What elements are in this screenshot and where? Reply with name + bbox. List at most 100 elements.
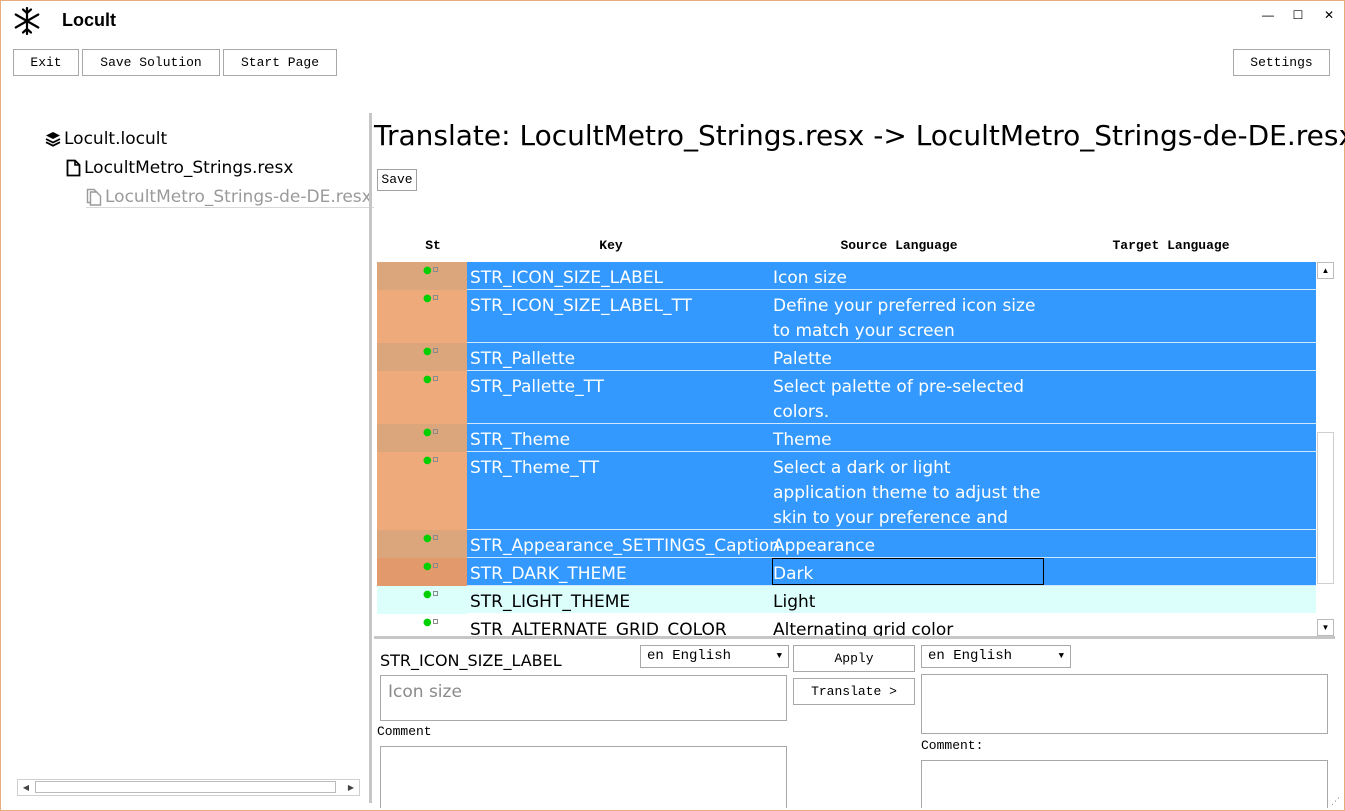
start-page-button[interactable]: Start Page [223, 49, 337, 76]
source-cell[interactable]: Icon size [773, 266, 1048, 291]
key-cell[interactable]: STR_DARK_THEME [470, 562, 627, 587]
key-cell[interactable]: STR_ALTERNATE_GRID_COLOR [470, 618, 727, 636]
source-cell[interactable]: Alternating grid color [773, 618, 1048, 636]
status-box-icon [432, 348, 438, 353]
column-header-key[interactable]: Key [561, 238, 661, 253]
page-title: Translate: LocultMetro_Strings.resx -> L… [374, 119, 1345, 152]
status-dot-icon: ● [423, 589, 432, 600]
snowflake-icon [14, 6, 40, 36]
key-cell[interactable]: STR_Appearance_SETTINGS_Caption [470, 534, 780, 559]
table-row[interactable]: ● STR_ALTERNATE_GRID_COLOR Alternating g… [377, 614, 1316, 637]
key-cell[interactable]: STR_Theme_TT [470, 456, 599, 481]
scrollbar-thumb[interactable] [1317, 432, 1334, 584]
status-dot-icon: ● [423, 455, 432, 466]
status-box-icon [432, 535, 438, 540]
grid-vertical-scrollbar[interactable]: ▲ ▼ [1317, 262, 1334, 636]
tree-item-label: LocultMetro_Strings.resx [84, 158, 294, 178]
status-cell: ● [377, 558, 467, 586]
key-cell[interactable]: STR_LIGHT_THEME [470, 590, 630, 615]
target-language-value: en English [928, 648, 1013, 664]
target-comment-label: Comment: [921, 738, 984, 753]
status-cell: ● [377, 452, 467, 530]
status-box-icon [432, 267, 438, 272]
status-box-icon [432, 295, 438, 300]
status-dot-icon: ● [423, 293, 432, 304]
scroll-up-icon[interactable]: ▲ [1317, 262, 1334, 279]
table-row[interactable]: ● STR_ICON_SIZE_LABEL_TT Define your pre… [377, 290, 1316, 366]
source-language-value: en English [647, 648, 732, 664]
status-cell: ● [377, 614, 467, 636]
status-box-icon [432, 591, 438, 596]
vertical-splitter[interactable] [369, 113, 372, 803]
status-box-icon [432, 563, 438, 568]
status-dot-icon: ● [423, 617, 432, 628]
status-box-icon [432, 457, 438, 462]
save-button[interactable]: Save [377, 169, 417, 191]
status-cell: ● [377, 424, 467, 452]
tree-item-label: Locult.locult [64, 129, 168, 149]
chevron-down-icon: ▼ [776, 651, 782, 661]
target-text-field[interactable] [921, 674, 1328, 734]
table-row[interactable]: ● STR_Appearance_SETTINGS_Caption Appear… [377, 530, 1316, 558]
table-row[interactable]: ● STR_Theme_TT Select a dark or light ap… [377, 452, 1316, 553]
table-row[interactable]: ● STR_Theme Theme [377, 424, 1316, 452]
translate-button[interactable]: Translate > [793, 678, 915, 705]
minimize-button[interactable]: — [1258, 7, 1278, 23]
status-cell: ● [377, 530, 467, 558]
tree-item-solution[interactable]: Locult.locult [45, 129, 167, 149]
source-cell[interactable]: Palette [773, 347, 1048, 372]
status-dot-icon: ● [423, 533, 432, 544]
resize-grip-icon[interactable]: ⋰ [1331, 796, 1340, 807]
scrollbar-thumb[interactable] [35, 781, 336, 793]
apply-button[interactable]: Apply [793, 645, 915, 672]
table-row[interactable]: ● STR_LIGHT_THEME Light [377, 586, 1316, 614]
settings-button[interactable]: Settings [1233, 49, 1330, 76]
source-cell[interactable]: Select palette of pre-selected colors. [773, 375, 1048, 425]
source-comment-field[interactable] [380, 746, 787, 808]
key-cell[interactable]: STR_Theme [470, 428, 570, 453]
status-cell: ● [377, 371, 467, 424]
source-cell[interactable]: Appearance [773, 534, 1048, 559]
selected-key-label: STR_ICON_SIZE_LABEL [380, 651, 562, 670]
status-box-icon [432, 619, 438, 624]
source-cell[interactable]: Theme [773, 428, 1048, 453]
target-language-select[interactable]: en English ▼ [921, 645, 1071, 668]
source-comment-label: Comment [377, 724, 432, 739]
column-header-status[interactable]: St [417, 238, 449, 253]
column-header-source-language[interactable]: Source Language [819, 238, 979, 253]
key-cell[interactable]: STR_Pallette [470, 347, 575, 372]
save-solution-button[interactable]: Save Solution [82, 49, 220, 76]
status-cell: ● [377, 343, 467, 371]
tree-item-source-file[interactable]: LocultMetro_Strings.resx [66, 158, 293, 178]
tree-horizontal-scrollbar[interactable]: ◀ ▶ [17, 779, 360, 796]
scroll-right-icon[interactable]: ▶ [343, 780, 359, 795]
scroll-down-icon[interactable]: ▼ [1317, 619, 1334, 636]
scroll-left-icon[interactable]: ◀ [18, 780, 34, 795]
column-header-target-language[interactable]: Target Language [1091, 238, 1251, 253]
solution-stack-icon [45, 132, 61, 147]
tree-item-label: LocultMetro_Strings-de-DE.resx [105, 187, 372, 207]
source-cell[interactable]: Light [773, 590, 1048, 615]
translation-grid: ● STR_ICON_SIZE_LABEL Icon size ● STR_IC… [377, 262, 1316, 636]
app-window: Locult — ☐ ✕ Exit Save Solution Start Pa… [0, 0, 1345, 811]
target-comment-field[interactable] [921, 760, 1328, 808]
chevron-down-icon: ▼ [1058, 651, 1064, 661]
horizontal-splitter[interactable] [374, 636, 1335, 639]
key-cell[interactable]: STR_ICON_SIZE_LABEL_TT [470, 294, 692, 319]
maximize-button[interactable]: ☐ [1288, 7, 1308, 23]
source-text-field[interactable]: Icon size [380, 675, 787, 721]
status-box-icon [432, 376, 438, 381]
table-row[interactable]: ● STR_Pallette_TT Select palette of pre-… [377, 371, 1316, 424]
source-language-select[interactable]: en English ▼ [640, 645, 789, 668]
tree-item-target-file[interactable]: LocultMetro_Strings-de-DE.resx [86, 187, 374, 208]
key-cell[interactable]: STR_ICON_SIZE_LABEL [470, 266, 663, 291]
table-row[interactable]: ● STR_ICON_SIZE_LABEL Icon size [377, 262, 1316, 290]
status-dot-icon: ● [423, 346, 432, 357]
table-row[interactable]: ● STR_Pallette Palette [377, 343, 1316, 371]
status-cell: ● [377, 262, 467, 290]
exit-button[interactable]: Exit [13, 49, 79, 76]
key-cell[interactable]: STR_Pallette_TT [470, 375, 604, 400]
status-cell: ● [377, 290, 467, 343]
status-dot-icon: ● [423, 374, 432, 385]
close-button[interactable]: ✕ [1319, 7, 1339, 23]
